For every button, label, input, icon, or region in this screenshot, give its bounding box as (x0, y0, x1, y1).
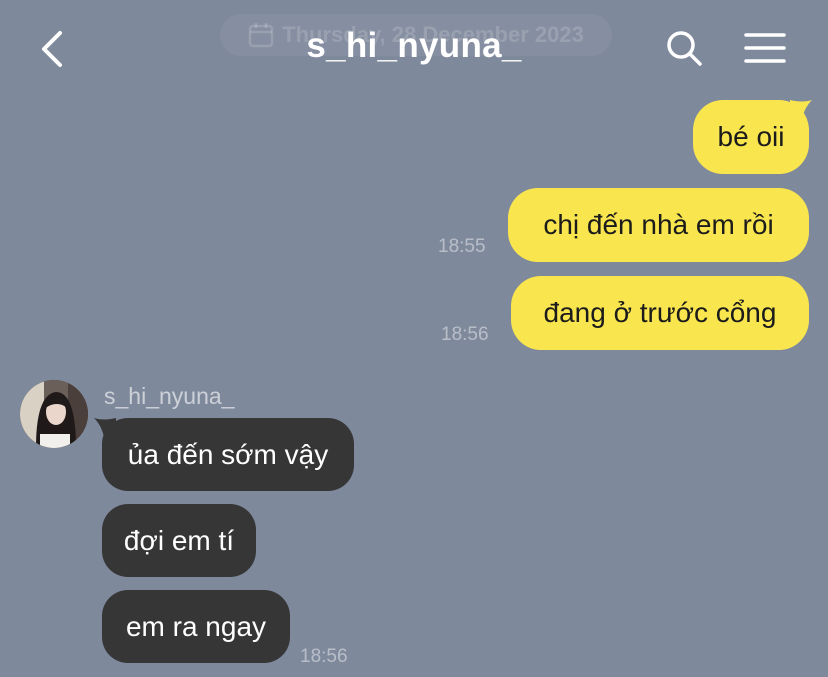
message-text: bé oii (717, 121, 785, 152)
avatar[interactable] (20, 380, 88, 448)
message-timestamp: 18:56 (441, 324, 489, 345)
profile-photo-icon (20, 380, 88, 448)
message-timestamp: 18:56 (300, 646, 348, 667)
search-button[interactable] (660, 24, 708, 72)
message-text: đợi em tí (123, 525, 235, 556)
message-timestamp: 18:55 (438, 236, 486, 257)
chat-title: s_hi_nyuna_ (306, 26, 522, 65)
back-button[interactable] (28, 24, 78, 74)
incoming-message[interactable]: em ra ngay (102, 590, 290, 663)
menu-button[interactable] (738, 24, 792, 72)
message-text: em ra ngay (125, 611, 267, 642)
message-text: chị đến nhà em rồi (543, 209, 774, 240)
incoming-message[interactable]: đợi em tí (102, 504, 256, 577)
sender-name: s_hi_nyuna_ (104, 383, 235, 409)
chat-header: Thursday, 28 December 2023 s_hi_nyuna_ (0, 0, 828, 96)
outgoing-message[interactable]: bé oii (693, 100, 809, 174)
outgoing-message[interactable]: đang ở trước cổng (511, 276, 809, 350)
incoming-message[interactable]: ủa đến sớm vậy (102, 418, 354, 491)
message-text: đang ở trước cổng (543, 297, 777, 328)
hamburger-menu-icon (744, 33, 786, 63)
message-text: ủa đến sớm vậy (127, 439, 329, 470)
chevron-left-icon (42, 31, 62, 67)
outgoing-message[interactable]: chị đến nhà em rồi (508, 188, 809, 262)
search-icon (667, 31, 702, 66)
